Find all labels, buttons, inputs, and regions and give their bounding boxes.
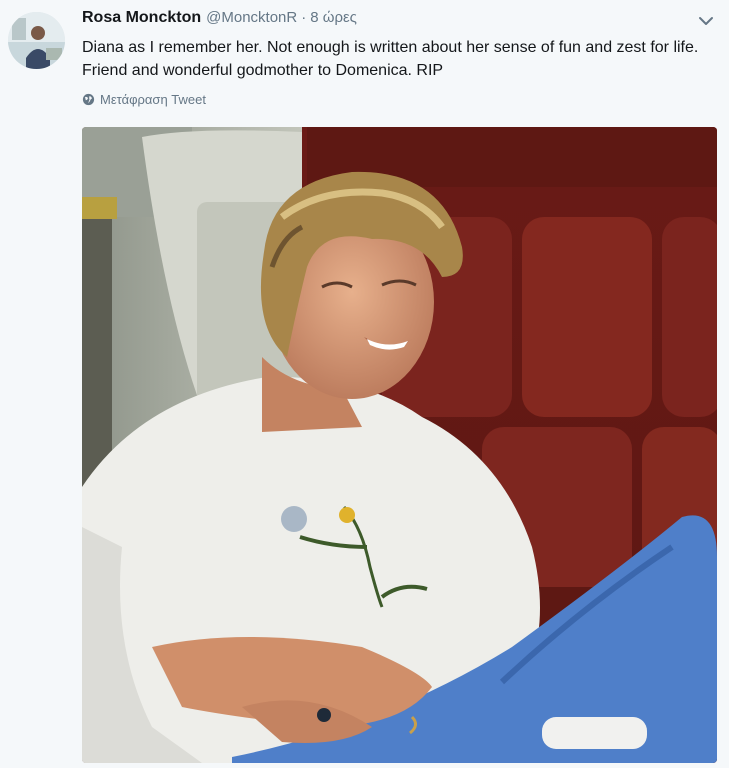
avatar-image (8, 12, 65, 69)
translate-tweet-link[interactable]: Μετάφραση Tweet (82, 92, 206, 107)
separator-dot: · (301, 9, 307, 26)
avatar[interactable] (8, 12, 65, 69)
tweet-text: Diana as I remember her. Not enough is w… (82, 39, 699, 79)
globe-icon (82, 93, 95, 106)
tweet-header: Rosa Monckton @MoncktonR · 8 ώρες (82, 9, 357, 31)
translate-label: Μετάφραση Tweet (100, 92, 206, 107)
chevron-down-icon[interactable] (697, 12, 715, 30)
user-handle[interactable]: @MoncktonR (206, 9, 297, 26)
tweet-card: Rosa Monckton @MoncktonR · 8 ώρες Diana … (0, 0, 729, 768)
timestamp[interactable]: 8 ώρες (310, 9, 357, 26)
tweet-photo[interactable] (82, 127, 717, 763)
photo-image (82, 127, 717, 763)
display-name[interactable]: Rosa Monckton (82, 9, 201, 27)
